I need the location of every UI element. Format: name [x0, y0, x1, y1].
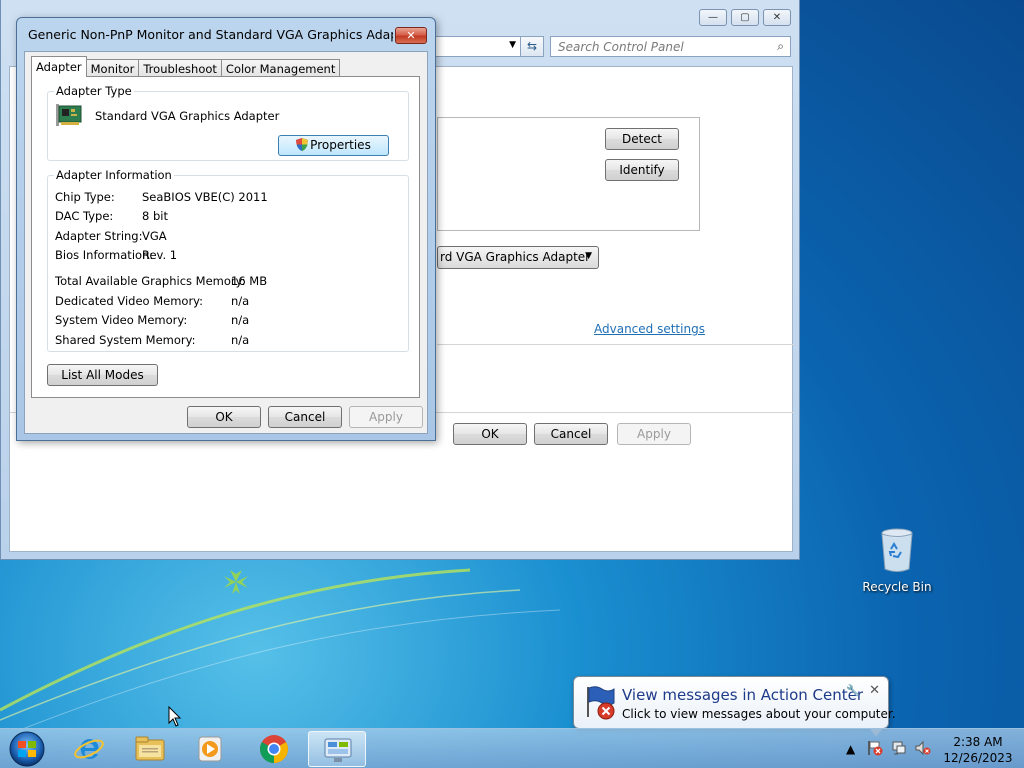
taskbar-control-panel[interactable] [308, 731, 366, 767]
adapter-properties-dialog: Generic Non-PnP Monitor and Standard VGA… [16, 17, 436, 441]
tab-adapter[interactable]: Adapter [31, 56, 87, 77]
show-hidden-icons-icon[interactable]: ▲ [846, 742, 855, 756]
media-player-icon [198, 736, 222, 762]
action-center-notification[interactable]: View messages in Action Center Click to … [573, 676, 896, 737]
notification-close-button[interactable]: ✕ [869, 683, 880, 698]
tab-troubleshoot[interactable]: Troubleshoot [138, 59, 222, 77]
tab-color-management[interactable]: Color Management [220, 59, 341, 77]
adapter-tab-page: Adapter Type Standard VGA Graphics Adapt… [31, 76, 420, 398]
notification-text: Click to view messages about your comput… [622, 707, 896, 721]
uac-shield-icon [296, 138, 309, 151]
action-center-flag-icon [587, 686, 615, 720]
dedicated-memory-value: n/a [231, 294, 250, 308]
system-clock[interactable]: 2:38 AM 12/26/2023 [938, 734, 1018, 766]
refresh-icon[interactable]: ⇆ [520, 36, 544, 57]
close-button[interactable]: ✕ [395, 27, 427, 44]
taskbar-file-explorer[interactable] [121, 731, 179, 767]
action-center-icon[interactable] [867, 740, 883, 756]
taskbar: ▲ 2:38 AM 12/26/2023 [0, 728, 1024, 768]
dac-type-value: 8 bit [142, 209, 168, 223]
adapter-name: Standard VGA Graphics Adapter [95, 109, 280, 123]
total-memory-value: 16 MB [231, 274, 268, 288]
wrench-icon[interactable]: 🔧 [846, 684, 860, 697]
maximize-button[interactable]: ▢ [731, 9, 759, 26]
network-icon[interactable] [891, 740, 907, 756]
minimize-button[interactable]: — [699, 9, 727, 26]
apply-button[interactable]: Apply [617, 423, 691, 445]
chevron-down-icon[interactable]: ▼ [509, 40, 516, 50]
cancel-button[interactable]: Cancel [534, 423, 608, 445]
start-button[interactable] [3, 730, 51, 768]
clock-date: 12/26/2023 [943, 751, 1013, 765]
address-bar[interactable]: ▼ [426, 36, 521, 57]
chevron-down-icon: ▼ [585, 251, 592, 261]
adapter-type-group: Adapter Type Standard VGA Graphics Adapt… [47, 84, 409, 161]
dialog-body: Adapter Monitor Troubleshoot Color Manag… [24, 51, 428, 434]
bios-information-value: Rev. 1 [142, 248, 178, 262]
identify-button[interactable]: Identify [605, 159, 679, 181]
apply-button[interactable]: Apply [349, 406, 423, 428]
recycle-bin-label: Recycle Bin [862, 580, 932, 594]
advanced-settings-link[interactable]: Advanced settings [594, 322, 705, 336]
cancel-button[interactable]: Cancel [268, 406, 342, 428]
ok-button[interactable]: OK [187, 406, 261, 428]
notification-title[interactable]: View messages in Action Center [622, 686, 863, 704]
chrome-icon [260, 735, 288, 763]
chip-type-value: SeaBIOS VBE(C) 2011 [142, 190, 268, 204]
search-placeholder: Search Control Panel [558, 40, 684, 54]
taskbar-chrome[interactable] [245, 731, 303, 767]
dialog-title: Generic Non-PnP Monitor and Standard VGA… [28, 27, 393, 42]
window-close-button[interactable]: ✕ [763, 9, 791, 26]
graphics-card-icon [56, 104, 82, 126]
folder-icon [135, 736, 165, 761]
search-input[interactable]: Search Control Panel ⌕ [550, 36, 791, 57]
taskbar-media-player[interactable] [182, 731, 240, 767]
adapter-string-value: VGA [142, 229, 167, 243]
tab-strip: Adapter Monitor Troubleshoot Color Manag… [31, 56, 341, 77]
display-select-value: rd VGA Graphics Adapter [440, 250, 591, 264]
properties-button-label: Properties [310, 138, 371, 152]
control-panel-icon [324, 738, 352, 762]
list-all-modes-button[interactable]: List All Modes [47, 364, 158, 386]
adapter-information-group: Adapter Information Chip Type: SeaBIOS V… [47, 168, 409, 352]
internet-explorer-icon [74, 739, 104, 759]
ok-button[interactable]: OK [453, 423, 527, 445]
recycle-bin-icon [881, 528, 913, 572]
group-label: Adapter Type [54, 84, 134, 98]
mouse-cursor-icon [168, 706, 182, 727]
chip-type-label: Chip Type: [55, 190, 115, 204]
dedicated-memory-label: Dedicated Video Memory: [55, 294, 204, 308]
display-select[interactable]: rd VGA Graphics Adapter ▼ [437, 246, 599, 269]
dac-type-label: DAC Type: [55, 209, 114, 223]
properties-button[interactable]: Properties [278, 135, 389, 156]
tab-monitor[interactable]: Monitor [85, 59, 140, 77]
bios-information-label: Bios Information: [55, 248, 154, 262]
shared-memory-value: n/a [231, 333, 250, 347]
adapter-string-label: Adapter String: [55, 229, 143, 243]
shared-memory-label: Shared System Memory: [55, 333, 196, 347]
divider [437, 344, 794, 345]
total-memory-label: Total Available Graphics Memory: [55, 274, 246, 288]
volume-muted-icon[interactable] [915, 740, 931, 756]
search-icon[interactable]: ⌕ [777, 39, 784, 54]
group-label: Adapter Information [54, 168, 174, 182]
system-video-memory-label: System Video Memory: [55, 313, 188, 327]
detect-button[interactable]: Detect [605, 128, 679, 150]
taskbar-internet-explorer[interactable] [60, 731, 118, 767]
recycle-bin[interactable]: Recycle Bin [862, 527, 932, 594]
system-video-memory-value: n/a [231, 313, 250, 327]
clock-time: 2:38 AM [953, 735, 1003, 749]
